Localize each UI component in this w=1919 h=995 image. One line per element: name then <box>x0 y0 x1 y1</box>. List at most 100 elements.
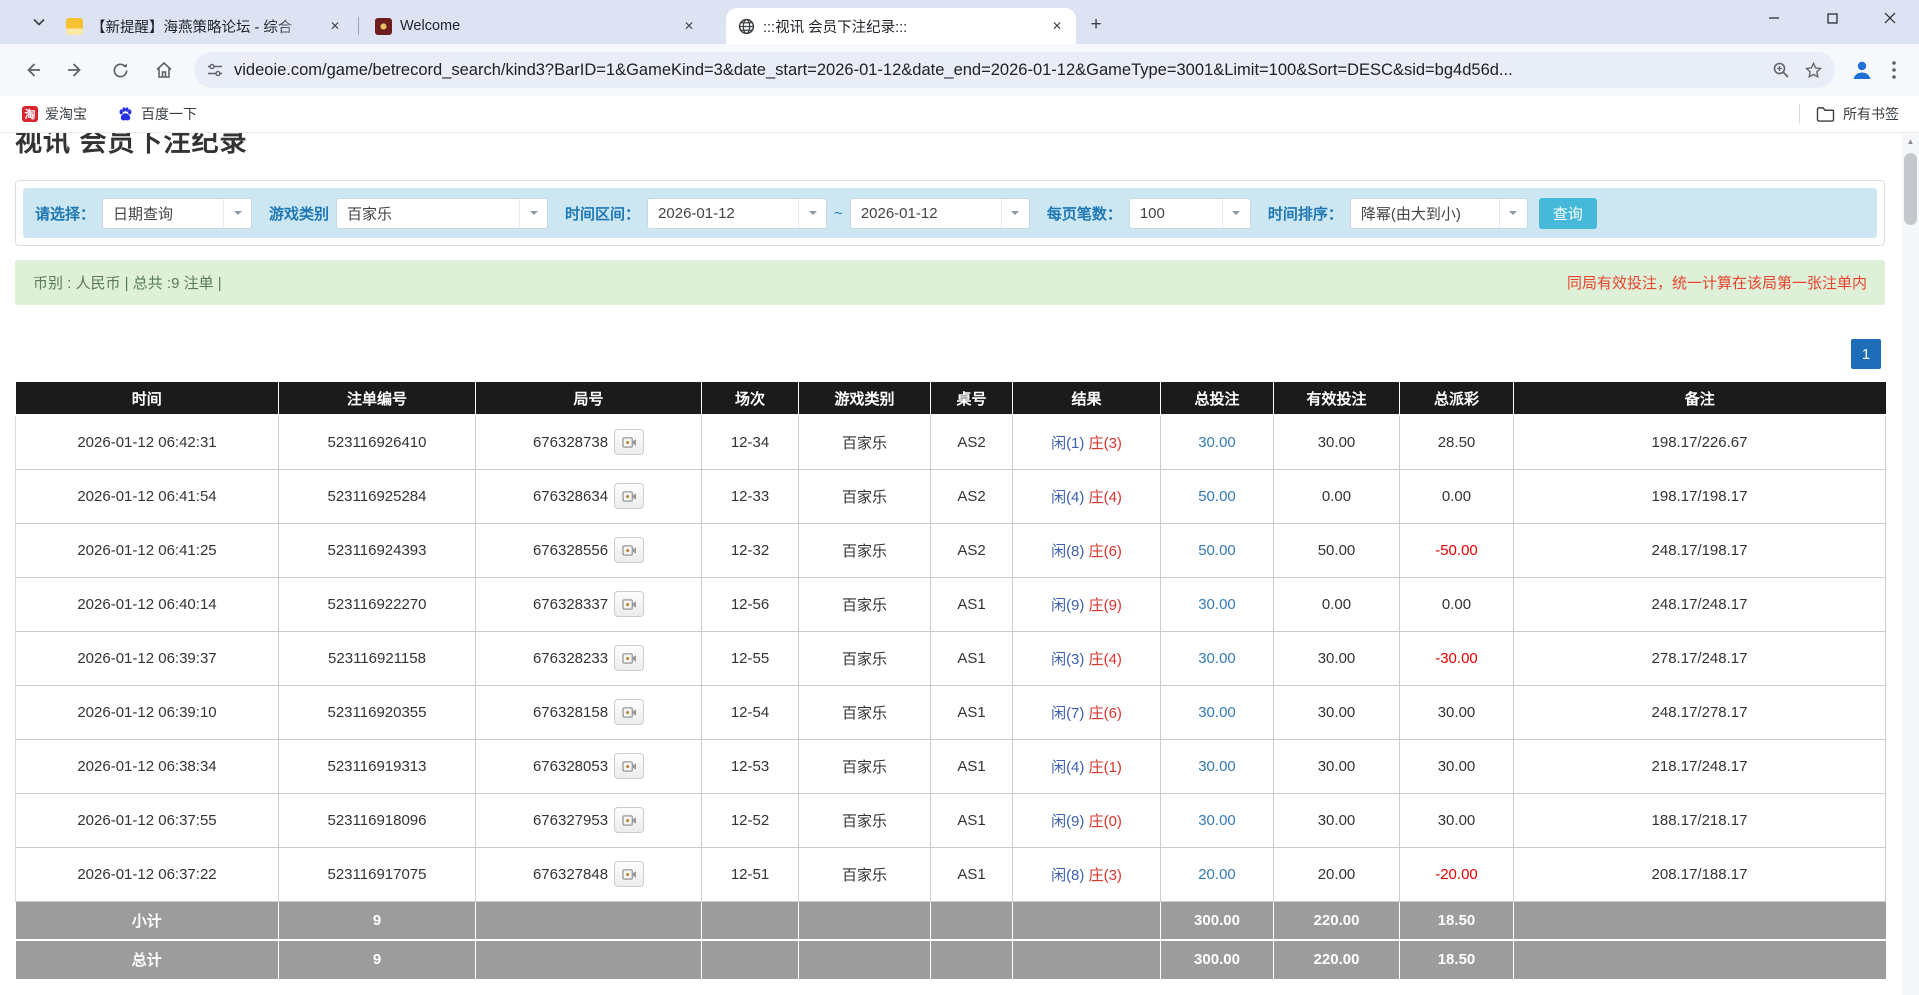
page-content: 视讯 会员下注纪录 请选择： 日期查询 游戏类别 百家乐 时间区间： 2026-… <box>0 133 1919 994</box>
total-payout: 18.50 <box>1400 940 1514 979</box>
valid-bet-cell: 30.00 <box>1274 793 1400 847</box>
replay-video-button[interactable] <box>614 591 644 617</box>
round-no: 676328233 <box>533 650 608 667</box>
game-cell: 百家乐 <box>799 847 931 901</box>
dropdown-arrow-icon <box>798 199 826 228</box>
maximize-button[interactable] <box>1803 0 1861 36</box>
close-tab-icon[interactable]: ✕ <box>1048 17 1066 35</box>
replay-video-button[interactable] <box>614 807 644 833</box>
total-bet-link[interactable]: 30.00 <box>1198 650 1236 667</box>
bet-no-cell: 523116924393 <box>279 523 476 577</box>
browser-tab-forum[interactable]: 【新提醒】海燕策略论坛 - 综合 ✕ <box>54 8 354 44</box>
page-scrollbar[interactable]: ▲ <box>1902 133 1919 995</box>
replay-video-button[interactable] <box>614 483 644 509</box>
total-bet-link[interactable]: 30.00 <box>1198 704 1236 721</box>
reload-button[interactable] <box>102 52 138 88</box>
replay-video-button[interactable] <box>614 429 644 455</box>
reload-icon <box>111 61 130 80</box>
replay-video-button[interactable] <box>614 645 644 671</box>
taobao-icon: 淘 <box>22 106 38 122</box>
new-tab-button[interactable]: + <box>1082 11 1110 39</box>
subtotal-total-bet: 300.00 <box>1161 901 1274 940</box>
replay-video-button[interactable] <box>614 537 644 563</box>
game-category-dropdown[interactable]: 百家乐 <box>336 198 548 229</box>
scrollbar-up-icon[interactable]: ▲ <box>1902 133 1919 150</box>
bookmark-baidu[interactable]: 百度一下 <box>109 100 205 128</box>
page-size-dropdown[interactable]: 100 <box>1129 198 1251 229</box>
page-number-button[interactable]: 1 <box>1851 339 1881 369</box>
tab-title: :::视讯 会员下注纪录::: <box>763 16 1040 37</box>
total-bet-link[interactable]: 20.00 <box>1198 866 1236 883</box>
forward-button[interactable] <box>58 52 94 88</box>
table-body: 2026-01-12 06:42:31 523116926410 6763287… <box>16 415 1886 901</box>
total-bet-link[interactable]: 30.00 <box>1198 434 1236 451</box>
time-cell: 2026-01-12 06:37:55 <box>16 793 279 847</box>
sort-dropdown[interactable]: 降幂(由大到小) <box>1350 198 1528 229</box>
all-bookmarks-button[interactable]: 所有书签 <box>1810 100 1905 128</box>
dropdown-value: 2026-01-12 <box>851 205 1001 222</box>
replay-video-button[interactable] <box>614 699 644 725</box>
replay-video-icon <box>622 598 637 611</box>
valid-bet-cell: 30.00 <box>1274 739 1400 793</box>
total-bet-link[interactable]: 30.00 <box>1198 596 1236 613</box>
date-end-dropdown[interactable]: 2026-01-12 <box>850 198 1030 229</box>
payout-value: 28.50 <box>1438 434 1476 451</box>
back-button[interactable] <box>14 52 50 88</box>
round-no: 676328556 <box>533 542 608 559</box>
payout-value: -20.00 <box>1435 866 1478 883</box>
zoom-icon[interactable] <box>1772 61 1790 79</box>
result-player: 闲(8) <box>1051 543 1084 560</box>
result-player: 闲(9) <box>1051 597 1084 614</box>
result-banker: 庄(4) <box>1089 651 1122 668</box>
bookmark-label: 爱淘宝 <box>45 104 87 124</box>
page-title: 视讯 会员下注纪录 <box>15 133 1919 159</box>
game-cell: 百家乐 <box>799 631 931 685</box>
game-cell: 百家乐 <box>799 793 931 847</box>
bookmark-star-icon[interactable] <box>1804 61 1823 80</box>
replay-video-button[interactable] <box>614 753 644 779</box>
window-controls <box>1745 0 1919 36</box>
total-bet-link[interactable]: 30.00 <box>1198 812 1236 829</box>
search-button[interactable]: 查询 <box>1539 198 1597 229</box>
forum-favicon-icon <box>66 18 83 35</box>
address-bar[interactable]: videoie.com/game/betrecord_search/kind3?… <box>194 52 1835 88</box>
table-no-cell: AS2 <box>931 415 1013 469</box>
subtotal-row: 小计 9 300.00 220.00 18.50 <box>16 901 1886 940</box>
replay-video-button[interactable] <box>614 861 644 887</box>
url-text[interactable]: videoie.com/game/betrecord_search/kind3?… <box>234 61 1762 80</box>
date-start-dropdown[interactable]: 2026-01-12 <box>647 198 827 229</box>
bookmark-taobao[interactable]: 淘 爱淘宝 <box>14 100 95 128</box>
home-button[interactable] <box>146 52 182 88</box>
scrollbar-thumb[interactable] <box>1904 153 1917 225</box>
replay-video-icon <box>622 814 637 827</box>
total-bet-link[interactable]: 50.00 <box>1198 542 1236 559</box>
welcome-favicon-icon <box>375 18 392 35</box>
close-window-button[interactable] <box>1861 0 1919 36</box>
result-banker: 庄(3) <box>1089 435 1122 452</box>
round-no: 676328738 <box>533 434 608 451</box>
minimize-button[interactable] <box>1745 0 1803 36</box>
session-cell: 12-53 <box>702 739 799 793</box>
browser-tab-welcome[interactable]: Welcome ✕ <box>363 8 708 44</box>
round-no: 676327953 <box>533 812 608 829</box>
dropdown-arrow-icon <box>223 199 251 228</box>
bookmark-label: 百度一下 <box>141 104 197 124</box>
query-type-dropdown[interactable]: 日期查询 <box>102 198 252 229</box>
browser-menu-button[interactable] <box>1879 53 1909 87</box>
total-bet-link[interactable]: 50.00 <box>1198 488 1236 505</box>
round-no: 676328634 <box>533 488 608 505</box>
site-settings-icon[interactable] <box>206 61 224 79</box>
tab-search-button[interactable] <box>24 7 54 37</box>
replay-video-icon <box>622 490 637 503</box>
profile-avatar[interactable] <box>1845 53 1879 87</box>
result-player: 闲(8) <box>1051 867 1084 884</box>
browser-tab-betrecord[interactable]: :::视讯 会员下注纪录::: ✕ <box>726 8 1076 44</box>
dropdown-arrow-icon <box>1499 199 1527 228</box>
subtotal-label: 小计 <box>16 901 279 940</box>
total-bet-link[interactable]: 30.00 <box>1198 758 1236 775</box>
close-tab-icon[interactable]: ✕ <box>680 17 698 35</box>
session-cell: 12-32 <box>702 523 799 577</box>
note-cell: 248.17/278.17 <box>1514 685 1886 739</box>
note-cell: 198.17/198.17 <box>1514 469 1886 523</box>
close-tab-icon[interactable]: ✕ <box>326 17 344 35</box>
